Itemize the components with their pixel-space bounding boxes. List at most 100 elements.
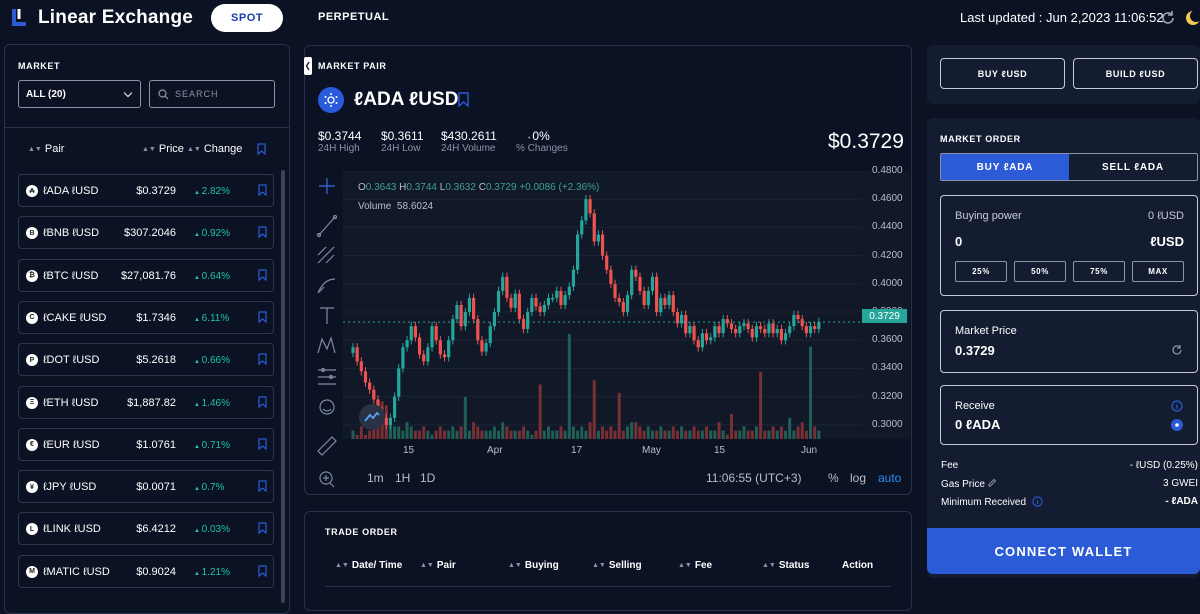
bookmark-icon[interactable] xyxy=(258,311,267,323)
row-pair: ℓBNB ℓUSD xyxy=(43,227,100,240)
market-filter-value: ALL (20) xyxy=(26,88,66,100)
interval-1d[interactable]: 1D xyxy=(420,471,435,485)
up-arrow-icon: ▲ xyxy=(194,401,202,408)
info-icon[interactable] xyxy=(1171,400,1183,412)
stat-value: $0.3744 xyxy=(318,129,362,143)
max-button[interactable]: MAX xyxy=(1132,261,1184,282)
candle-body xyxy=(501,276,505,291)
bookmark-icon[interactable] xyxy=(257,143,266,155)
edit-icon[interactable] xyxy=(988,478,997,487)
trade-column[interactable]: ▲▼ Selling xyxy=(592,560,642,571)
stat-value: $0.3611 xyxy=(381,129,424,143)
tab-buy[interactable]: BUY ℓADA xyxy=(941,154,1069,180)
candle-body xyxy=(563,295,567,305)
volume-bar xyxy=(659,426,663,439)
volume-bar xyxy=(513,430,517,439)
brand-logo[interactable]: Linear Exchange xyxy=(10,7,193,29)
candle-body xyxy=(534,297,538,307)
volume-bar xyxy=(596,430,600,439)
trade-column[interactable]: ▲▼ Status xyxy=(762,560,809,571)
trade-column[interactable]: ▲▼ Fee xyxy=(678,560,712,571)
sort-icon: ▲▼ xyxy=(142,146,156,153)
scrollbar[interactable] xyxy=(281,170,285,603)
candle-body xyxy=(521,319,526,329)
percent-toggle[interactable]: % xyxy=(828,471,839,485)
theme-toggle-icon[interactable] xyxy=(1184,9,1200,27)
coin-icon: ¥ xyxy=(26,481,38,494)
column-price[interactable]: ▲▼ Price xyxy=(142,143,184,155)
candle-body xyxy=(630,269,634,296)
candle-body xyxy=(467,297,472,313)
market-row[interactable]: BℓBNB ℓUSD $307.2046 ▲ 0.92% xyxy=(18,216,274,250)
ohlc-close: 0.3729 xyxy=(485,182,517,193)
search-input[interactable] xyxy=(175,89,265,99)
bookmark-icon[interactable] xyxy=(258,480,267,493)
trade-column[interactable]: ▲▼ Date/ Time xyxy=(335,560,402,571)
x-tick-label: 15 xyxy=(403,445,415,456)
bookmark-icon[interactable] xyxy=(258,268,267,281)
market-row[interactable]: PℓDOT ℓUSD $5.2618 ▲ 0.66% xyxy=(18,343,274,377)
trade-column[interactable]: ▲▼ Pair xyxy=(420,560,456,571)
buy-usd-button[interactable]: BUY ℓUSD xyxy=(940,58,1065,89)
auto-toggle[interactable]: auto xyxy=(878,471,901,485)
coin-icon: C xyxy=(26,311,38,324)
trade-column[interactable]: ▲▼ Buying xyxy=(508,560,559,571)
market-row[interactable]: MℓMATIC ℓUSD $0.9024 ▲ 1.21% xyxy=(18,554,274,588)
volume-bar xyxy=(804,430,808,439)
candle-body xyxy=(434,326,438,341)
market-row[interactable]: ¥ ℓJPY ℓUSD $0.0071 ▲ 0.7% xyxy=(18,470,274,504)
candle-body xyxy=(734,328,738,334)
bookmark-icon[interactable] xyxy=(258,395,267,408)
pct-50-button[interactable]: 50% xyxy=(1014,261,1066,282)
interval-1h[interactable]: 1H xyxy=(395,471,410,485)
market-search[interactable] xyxy=(149,80,275,108)
refresh-icon[interactable] xyxy=(1159,9,1177,27)
bookmark-icon[interactable] xyxy=(258,184,267,196)
pct-75-button[interactable]: 75% xyxy=(1073,261,1125,282)
bookmark-icon[interactable] xyxy=(258,565,267,577)
bookmark-icon[interactable] xyxy=(258,353,267,366)
row-change: ▲ 6.11% xyxy=(194,312,230,324)
candle-body xyxy=(788,326,792,334)
candle-body xyxy=(650,276,655,291)
bookmark-icon[interactable] xyxy=(258,438,267,450)
column-pair[interactable]: ▲▼ Pair xyxy=(28,143,64,155)
volume-bar xyxy=(542,430,546,439)
tab-perpetual[interactable]: PERPETUAL xyxy=(318,11,389,23)
interval-1m[interactable]: 1m xyxy=(367,471,384,485)
collapse-tab-icon[interactable] xyxy=(304,57,312,75)
sort-icon: ▲▼ xyxy=(420,562,434,569)
market-row[interactable]: LℓLINK ℓUSD $6.4212 ▲ 0.03% xyxy=(18,512,274,546)
amount-input[interactable]: 0 xyxy=(955,234,962,249)
log-toggle[interactable]: log xyxy=(850,471,866,485)
market-row[interactable]: CℓCAKE ℓUSD $1.7346 ▲ 6.11% xyxy=(18,300,274,334)
candle-body xyxy=(634,269,638,277)
price-axis[interactable]: 0.48000.46000.44000.42000.40000.38000.36… xyxy=(862,165,910,439)
market-row[interactable]: ₿ ℓBTC ℓUSD $27,081.76 ▲ 0.64% xyxy=(18,258,274,292)
build-usd-button[interactable]: BUILD ℓUSD xyxy=(1073,58,1198,89)
market-row[interactable]: ₳ ℓADA ℓUSD $0.3729 ▲ 2.82% xyxy=(18,174,274,207)
bookmark-icon[interactable] xyxy=(258,226,267,239)
candle-body xyxy=(413,326,417,338)
divider xyxy=(5,127,289,128)
coin-icon: € xyxy=(26,438,38,451)
candle-body xyxy=(571,269,576,287)
pct-25-button[interactable]: 25% xyxy=(955,261,1007,282)
row-pair: ℓDOT ℓUSD xyxy=(43,354,100,367)
market-row[interactable]: ΞℓETH ℓUSD $1,887.82 ▲ 1.46% xyxy=(18,385,274,419)
row-change: ▲ 0.7% xyxy=(194,482,225,494)
market-row[interactable]: € ℓEUR ℓUSD $1.0761 ▲ 0.71% xyxy=(18,427,274,461)
bookmark-icon[interactable] xyxy=(258,522,267,535)
market-filter-select[interactable]: ALL (20) xyxy=(18,80,141,108)
tab-spot[interactable]: SPOT xyxy=(211,4,283,32)
volume-bar xyxy=(754,426,758,439)
info-icon[interactable] xyxy=(1032,496,1043,507)
refresh-icon[interactable] xyxy=(1171,344,1183,356)
bookmark-icon[interactable] xyxy=(458,92,469,107)
y-tick-label: 0.4400 xyxy=(872,221,903,233)
tradingview-logo[interactable] xyxy=(359,404,385,430)
coin-icon: Ξ xyxy=(26,396,38,409)
column-change[interactable]: ▲▼ Change xyxy=(187,143,242,155)
connect-wallet-button[interactable]: CONNECT WALLET xyxy=(927,528,1200,574)
tab-sell[interactable]: SELL ℓADA xyxy=(1069,154,1197,180)
